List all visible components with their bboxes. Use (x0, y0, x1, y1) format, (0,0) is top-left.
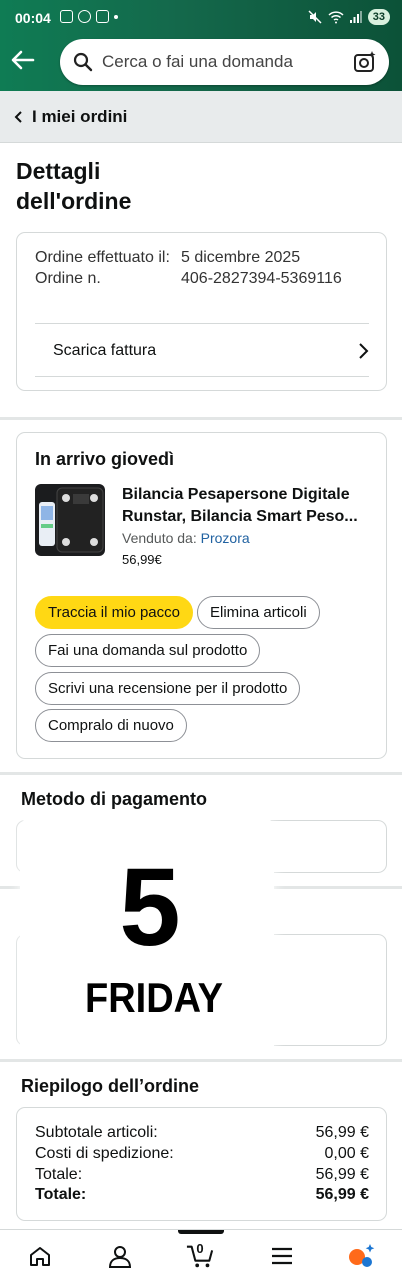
sold-by-label: Venduto da: (122, 530, 197, 546)
nav-account[interactable] (106, 1242, 134, 1270)
summary-row: Subtotale articoli: 56,99 € (35, 1124, 369, 1141)
breadcrumb-label: I miei ordini (32, 107, 128, 126)
page-title: Dettagli dell'ordine (16, 158, 132, 214)
search-input[interactable] (102, 50, 342, 74)
camera-search-icon[interactable] (353, 50, 377, 74)
calendar-overlay: 5 FRIDAY (20, 818, 274, 1058)
delivery-status: In arrivo giovedì (35, 449, 175, 469)
nav-rufus[interactable] (348, 1242, 376, 1270)
rufus-assistant-icon (349, 1244, 375, 1267)
download-invoice-row[interactable]: Scarica fattura (35, 325, 369, 377)
search-icon (73, 52, 93, 72)
gmail-icon (96, 10, 109, 23)
order-number-value: 406-2827394-5369116 (181, 270, 342, 287)
seller-info: Venduto da: Prozora (122, 530, 250, 546)
signal-icon (349, 11, 362, 23)
divider (35, 323, 369, 324)
product-title[interactable]: Bilancia Pesapersone Digitale Runstar, B… (122, 484, 374, 528)
section-separator (0, 1059, 402, 1062)
breadcrumb-bar: I miei ordini (0, 91, 402, 143)
nav-home[interactable] (26, 1242, 54, 1270)
payment-method-title: Metodo di pagamento (21, 789, 207, 809)
track-package-button[interactable]: Traccia il mio pacco (35, 596, 193, 629)
status-time: 00:04 (15, 10, 51, 26)
calendar-weekday: FRIDAY (85, 975, 223, 1023)
product-price: 56,99€ (122, 552, 162, 567)
search-bar[interactable] (60, 39, 389, 85)
chevron-left-icon (14, 111, 22, 123)
summary-row: Costi di spedizione: 0,00 € (35, 1145, 369, 1162)
user-icon (108, 1246, 132, 1268)
home-icon (30, 1247, 50, 1266)
status-bar: 00:04 33 (0, 0, 402, 36)
delete-items-button[interactable]: Elimina articoli (197, 596, 320, 629)
ask-question-button[interactable]: Fai una domanda sul prodotto (35, 634, 261, 667)
summary-row: Totale: 56,99 € (35, 1166, 369, 1183)
product-image[interactable] (35, 484, 105, 556)
scale-product-icon (39, 487, 104, 553)
section-separator (0, 772, 402, 775)
divider (35, 376, 369, 377)
order-date-value: 5 dicembre 2025 (181, 249, 301, 266)
chevron-right-icon (359, 343, 369, 359)
nav-menu[interactable] (268, 1242, 296, 1270)
shipment-card: In arrivo giovedì Bilancia Pesapersone D… (16, 432, 387, 759)
write-review-button[interactable]: Scrivi una recensione per il prodotto (35, 672, 301, 705)
section-separator (0, 417, 402, 420)
system-icons: 33 (308, 9, 390, 25)
seller-link[interactable]: Prozora (201, 530, 250, 546)
wifi-icon (328, 11, 344, 24)
order-info-card: Ordine effettuato il: Ordine n. 5 dicemb… (16, 232, 387, 391)
nav-cart[interactable]: 0 (186, 1241, 214, 1270)
menu-icon (272, 1247, 292, 1265)
back-arrow-icon[interactable] (9, 46, 37, 74)
buy-again-button[interactable]: Compralo di nuovo (35, 709, 187, 742)
app-header: 00:04 33 (0, 0, 402, 91)
bottom-navigation: 0 (0, 1229, 402, 1280)
order-number-label: Ordine n. (35, 270, 101, 287)
target-icon (78, 10, 91, 23)
more-notifications-icon (114, 14, 118, 19)
breadcrumb[interactable]: I miei ordini (14, 107, 127, 127)
active-tab-indicator (178, 1230, 224, 1234)
order-values: 5 dicembre 2025 406-2827394-5369116 (181, 247, 381, 289)
download-invoice-label: Scarica fattura (53, 342, 157, 359)
grand-total-row: Totale: 56,99 € (35, 1186, 369, 1203)
battery-indicator: 33 (367, 9, 390, 25)
mute-icon (308, 10, 322, 24)
cart-count: 0 (196, 1241, 204, 1256)
order-date-label: Ordine effettuato il: Ordine n. (35, 249, 170, 287)
notification-icons (60, 10, 118, 23)
calendar-day-number: 5 (119, 846, 181, 969)
screenshot-icon (60, 10, 73, 23)
order-summary-card: Subtotale articoli: 56,99 € Costi di sped… (16, 1107, 387, 1221)
order-summary-title: Riepilogo dell’ordine (21, 1076, 200, 1096)
